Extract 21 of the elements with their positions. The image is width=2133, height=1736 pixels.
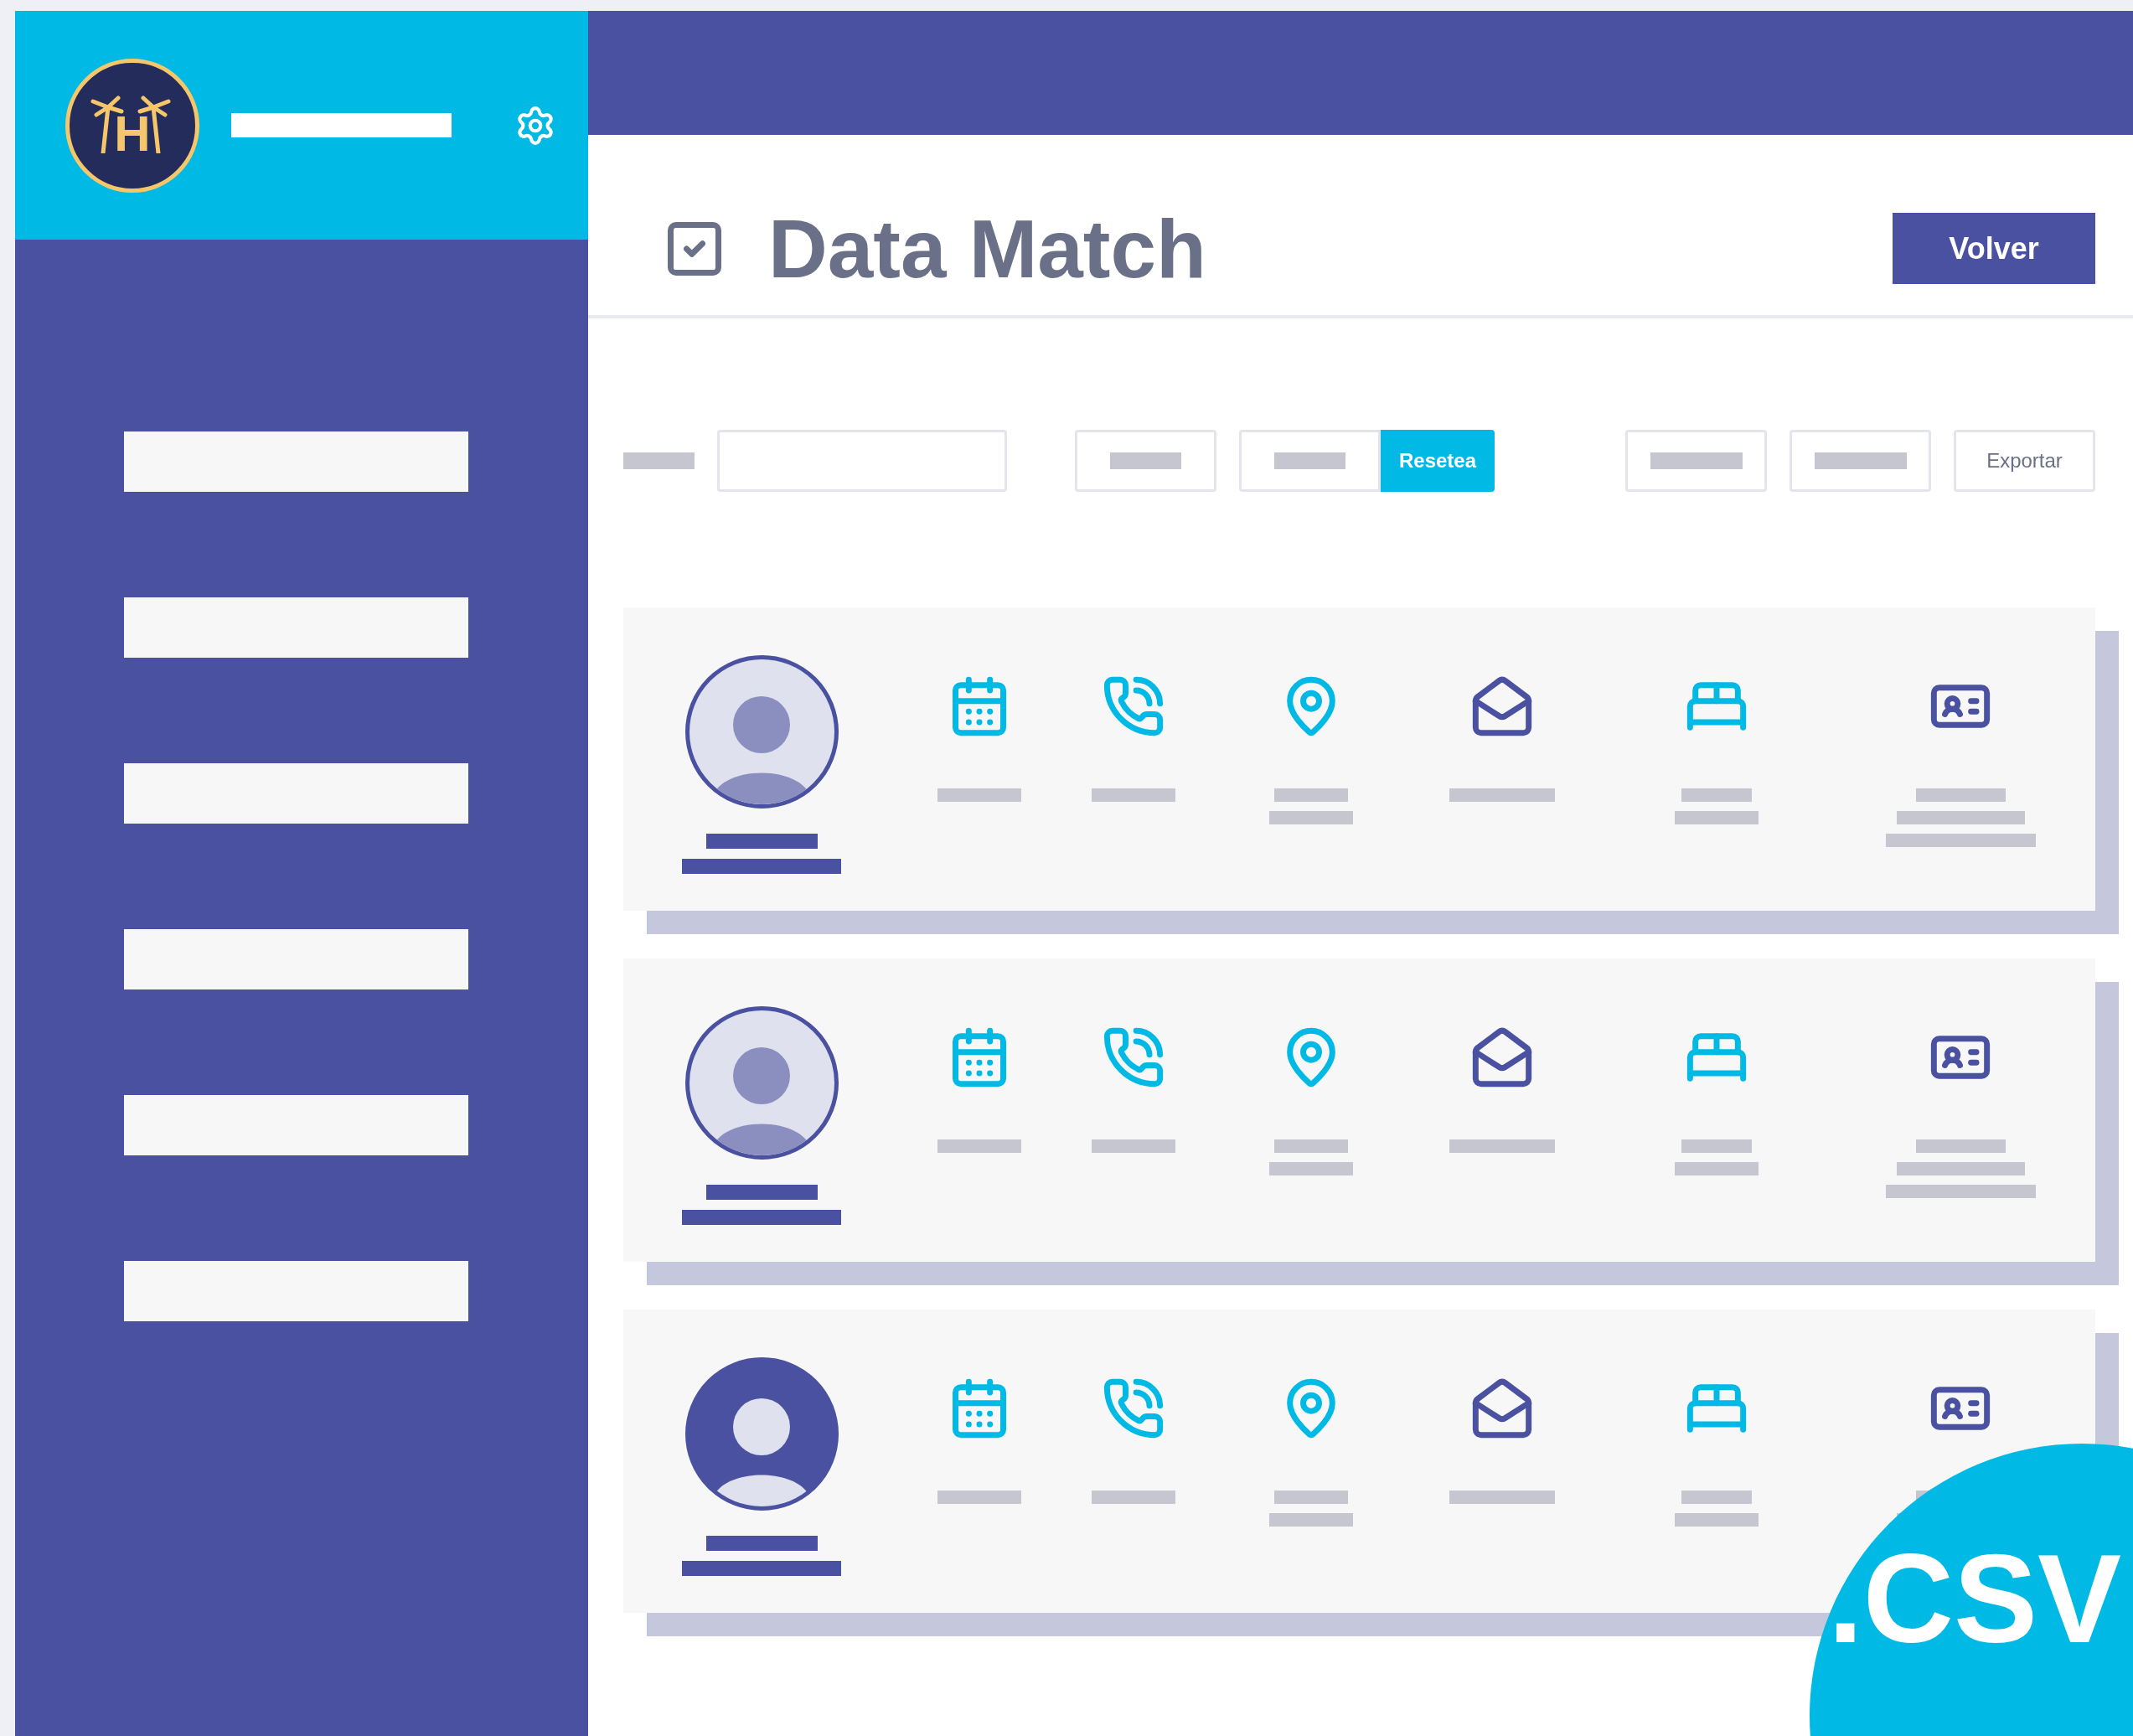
back-button[interactable]: Volver (1893, 213, 2095, 284)
envelope-icon (1470, 1026, 1534, 1089)
phone-icon (1102, 674, 1165, 738)
envelope-icon (1470, 1377, 1534, 1440)
sidebar-item[interactable] (124, 597, 468, 658)
phone-icon (1102, 1026, 1165, 1089)
page-title: Data Match (768, 207, 1206, 290)
input-field[interactable] (717, 430, 1007, 492)
logo-letter: H (114, 108, 151, 159)
export-button[interactable]: Exportar (1954, 430, 2095, 492)
phone-icon (1102, 1377, 1165, 1440)
sidebar-item[interactable] (124, 763, 468, 824)
filter-button[interactable] (1790, 430, 1931, 492)
sidebar-item[interactable] (124, 1261, 468, 1321)
sidebar-item[interactable] (124, 929, 468, 989)
filter-button[interactable] (1625, 430, 1767, 492)
sidebar-item[interactable] (124, 431, 468, 492)
filter-button[interactable] (1075, 430, 1216, 492)
envelope-icon (1470, 674, 1534, 738)
sidebar-item[interactable] (124, 1095, 468, 1155)
filter-button[interactable] (1239, 430, 1381, 492)
